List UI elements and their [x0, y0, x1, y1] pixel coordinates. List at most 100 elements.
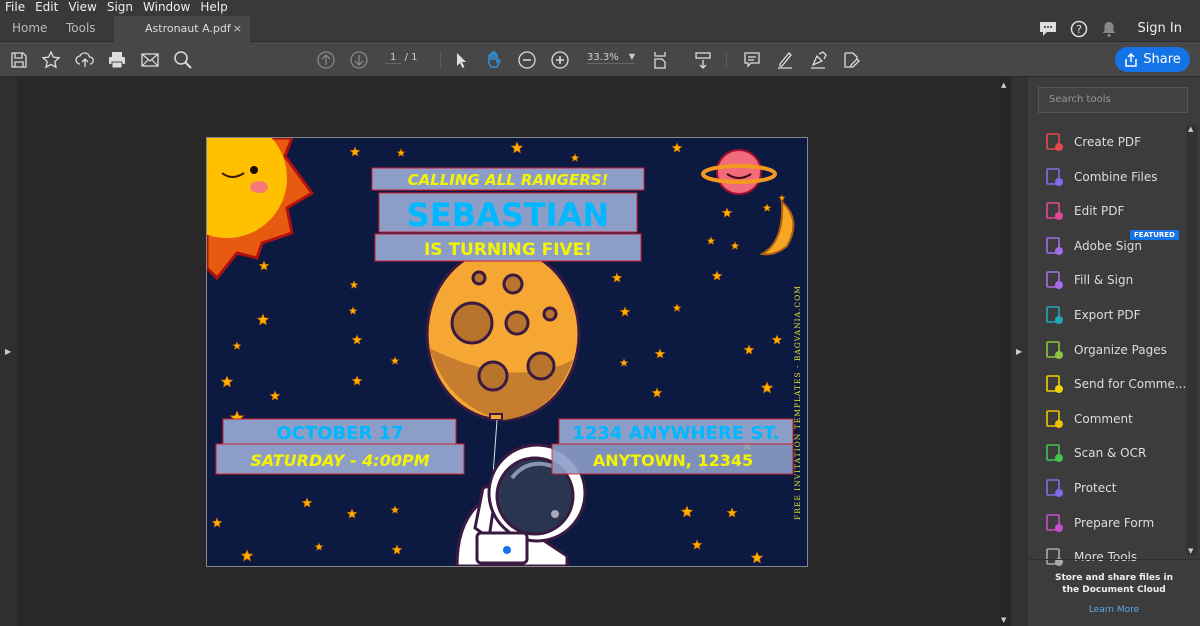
tool-label: Send for Comme...	[1074, 377, 1187, 392]
address-box-2: ANYTOWN, 12345	[551, 443, 794, 475]
page-total: / 1	[404, 52, 418, 63]
date-text: OCTOBER 17	[276, 423, 403, 444]
search-tools-input[interactable]: Search tools	[1038, 87, 1188, 113]
prepare-form-icon	[1046, 513, 1063, 532]
menu-view[interactable]: View	[63, 0, 101, 16]
chevron-down-icon: ▼	[628, 52, 635, 61]
document-cloud-promo: Store and share files in the Document Cl…	[1028, 559, 1200, 626]
learn-more-link[interactable]: Learn More	[1028, 604, 1200, 616]
tool-export-pdf[interactable]: Export PDF	[1044, 303, 1140, 327]
tool-label: Adobe Sign	[1074, 238, 1142, 253]
search-text-icon[interactable]	[172, 49, 194, 71]
headline-box: CALLING ALL RANGERS!	[371, 167, 645, 191]
menu-edit[interactable]: Edit	[30, 0, 63, 16]
address-box-1: 1234 ANYWHERE ST.	[558, 418, 794, 445]
upload-cloud-icon[interactable]	[74, 49, 96, 71]
menu-bar: File Edit View Sign Window Help	[0, 0, 1200, 16]
tools-panel: Search tools Create PDF Combine Files Edit…	[1028, 77, 1200, 626]
tool-send-for-comment[interactable]: Send for Comme...	[1044, 372, 1186, 396]
tool-label: Protect	[1074, 481, 1117, 495]
send-for-comment-icon	[1046, 375, 1063, 394]
collapse-right-icon: ▶	[1016, 347, 1023, 356]
headline-text: CALLING ALL RANGERS!	[408, 171, 609, 189]
tab-home[interactable]: Home	[12, 16, 47, 42]
fill-sign-icon	[1046, 271, 1063, 290]
left-pane-toggle[interactable]: ▶	[0, 77, 17, 626]
zoom-level-value: 33.3%	[587, 52, 619, 63]
zoom-in-icon[interactable]	[549, 49, 571, 71]
tool-label: Create PDF	[1074, 135, 1142, 149]
tool-fill-sign[interactable]: Fill & Sign	[1044, 268, 1133, 292]
tab-tools[interactable]: Tools	[66, 16, 96, 42]
combine-files-icon	[1046, 167, 1063, 186]
sign-in-link[interactable]: Sign In	[1137, 16, 1182, 41]
chat-icon[interactable]	[1038, 19, 1058, 39]
comment-icon	[1046, 409, 1063, 428]
toolbar: 1 / 1 33.3% ▼ Share	[0, 42, 1200, 77]
save-icon[interactable]	[8, 49, 30, 71]
tool-label: Organize Pages	[1074, 342, 1167, 357]
menu-help[interactable]: Help	[195, 0, 232, 16]
expand-left-icon: ▶	[5, 347, 12, 356]
sign-icon[interactable]	[807, 49, 829, 71]
zoom-out-icon[interactable]	[516, 49, 538, 71]
menu-file[interactable]: File	[0, 0, 30, 16]
tool-edit-pdf[interactable]: Edit PDF	[1044, 199, 1124, 223]
tab-document[interactable]: Astronaut A.pdf ×	[114, 16, 250, 43]
tab-bar: Home Tools Astronaut A.pdf × ? Sign In	[0, 16, 1200, 43]
tools-scrollbar[interactable]: ▲ ▼	[1186, 125, 1198, 555]
time-box: SATURDAY - 4:00PM	[215, 443, 465, 475]
pdf-page: CALLING ALL RANGERS! SEBASTIAN IS TURNIN…	[206, 137, 808, 567]
highlight-pen-icon[interactable]	[774, 49, 796, 71]
page-number-input[interactable]: 1	[385, 52, 402, 64]
tool-scan-ocr[interactable]: Scan & OCR	[1044, 441, 1146, 465]
subline-text: IS TURNING FIVE!	[424, 240, 592, 260]
svg-text:?: ?	[1076, 23, 1082, 36]
tool-combine-files[interactable]: Combine Files	[1044, 165, 1158, 189]
share-button[interactable]: Share	[1115, 47, 1190, 72]
tool-create-pdf[interactable]: Create PDF	[1044, 130, 1141, 154]
select-cursor-icon[interactable]	[450, 49, 472, 71]
tool-protect[interactable]: Protect	[1044, 476, 1116, 500]
zoom-level-dropdown[interactable]: 33.3% ▼	[587, 52, 635, 64]
menu-sign[interactable]: Sign	[102, 0, 138, 16]
previous-page-icon[interactable]	[315, 49, 337, 71]
organize-pages-icon	[1046, 340, 1063, 359]
tool-label: Edit PDF	[1074, 204, 1125, 219]
menu-window[interactable]: Window	[138, 0, 195, 16]
right-pane-toggle[interactable]: ▶	[1011, 77, 1028, 626]
divider	[726, 51, 727, 69]
tool-comment[interactable]: Comment	[1044, 407, 1133, 431]
page-number: 1 / 1	[385, 52, 425, 64]
edit-document-icon[interactable]	[840, 49, 862, 71]
tool-label: Fill & Sign	[1074, 273, 1134, 288]
tool-label: Export PDF	[1074, 308, 1141, 322]
share-label: Share	[1143, 52, 1181, 67]
notification-bell-icon[interactable]	[1099, 19, 1119, 39]
scroll-mode-icon[interactable]	[692, 49, 714, 71]
next-page-icon[interactable]	[348, 49, 370, 71]
email-icon[interactable]	[139, 49, 161, 71]
tool-prepare-form[interactable]: Prepare Form	[1044, 511, 1154, 535]
tool-organize-pages[interactable]: Organize Pages	[1044, 338, 1167, 362]
name-text: SEBASTIAN	[407, 196, 609, 234]
adobe-sign-icon	[1046, 236, 1063, 255]
print-icon[interactable]	[106, 49, 128, 71]
close-tab-icon[interactable]: ×	[233, 16, 242, 41]
page-fit-icon[interactable]	[650, 49, 672, 71]
featured-badge: FEATURED	[1130, 230, 1179, 240]
help-icon[interactable]: ?	[1069, 19, 1089, 39]
create-pdf-icon	[1046, 133, 1063, 151]
watermark-text: FREE INVITATION TEMPLATES - BAGVANIA.COM	[793, 285, 802, 520]
hand-tool-icon[interactable]	[483, 49, 505, 71]
document-scrollbar[interactable]: ▲ ▼	[999, 77, 1011, 626]
edit-pdf-icon	[1046, 202, 1063, 221]
add-comment-icon[interactable]	[741, 49, 763, 71]
tool-adobe-sign[interactable]: Adobe Sign	[1044, 234, 1142, 258]
address-line-1: 1234 ANYWHERE ST.	[572, 423, 779, 444]
tool-label: Comment	[1074, 411, 1133, 426]
time-text: SATURDAY - 4:00PM	[250, 451, 429, 470]
bookmark-star-icon[interactable]	[40, 49, 62, 71]
export-pdf-icon	[1046, 306, 1063, 324]
tool-label: Scan & OCR	[1074, 446, 1147, 461]
